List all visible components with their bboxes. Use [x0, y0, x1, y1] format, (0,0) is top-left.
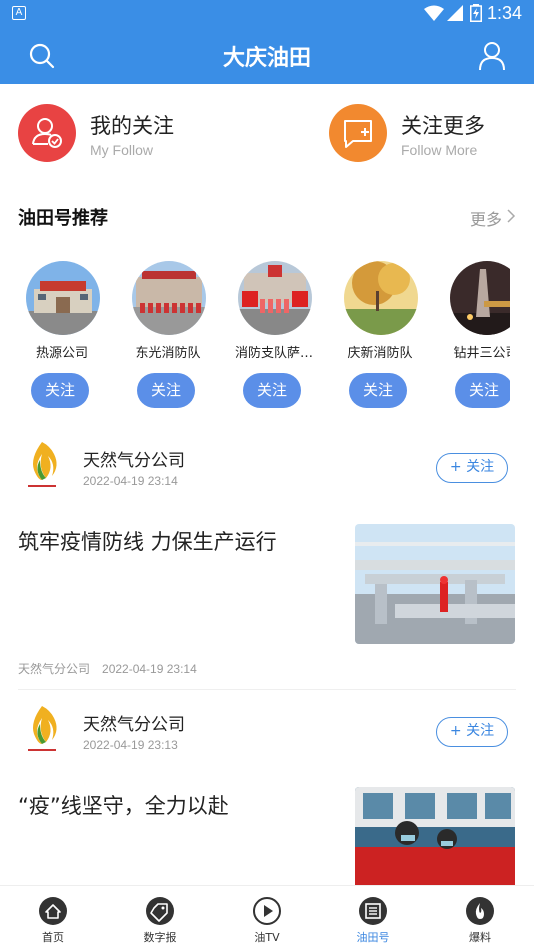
- nav-label: 油田号: [356, 931, 390, 944]
- follow-button[interactable]: 关注: [349, 373, 407, 408]
- follow-button[interactable]: 关注: [243, 373, 301, 408]
- battery-icon: [470, 4, 482, 22]
- my-follow-label: 我的关注: [90, 114, 174, 138]
- article-thumbnail[interactable]: [355, 787, 515, 885]
- section-title: 油田号推荐: [18, 208, 108, 229]
- account-card[interactable]: 消防支队萨… 关注: [224, 256, 324, 412]
- nav-label: 爆料: [469, 931, 491, 944]
- bottom-nav: 首页 数字报 油TV 油田号 爆料: [0, 885, 534, 950]
- follow-more-sub: Follow More: [401, 142, 478, 158]
- nav-digital-paper[interactable]: 数字报: [120, 896, 200, 948]
- account-avatar: [26, 261, 100, 335]
- page-title: 大庆油田: [222, 46, 311, 71]
- article-meta: 天然气分公司 2022-04-19 23:14: [18, 660, 197, 677]
- article-headline[interactable]: “疫”线坚守，全力以赴: [18, 790, 229, 820]
- article-thumbnail[interactable]: [355, 524, 515, 644]
- company-logo-icon: [28, 442, 57, 487]
- account-avatar: [238, 261, 312, 335]
- user-icon[interactable]: [478, 41, 506, 71]
- article-headline[interactable]: 筑牢疫情防线 力保生产运行: [18, 526, 277, 556]
- divider: [18, 689, 516, 690]
- follow-button[interactable]: 关注: [455, 373, 510, 408]
- status-time: 1:34: [486, 3, 522, 23]
- nav-label: 油TV: [254, 931, 280, 944]
- follow-button[interactable]: 关注: [137, 373, 195, 408]
- post-date: 2022-04-19 23:14: [83, 474, 178, 488]
- play-icon: [253, 897, 281, 925]
- follow-button[interactable]: 关注: [31, 373, 89, 408]
- tag-icon: [146, 897, 174, 925]
- follow-more-icon: [329, 104, 387, 162]
- nav-oilfield-accounts[interactable]: 油田号: [333, 896, 413, 948]
- account-card[interactable]: 钻井三公司 关注: [436, 256, 510, 412]
- app-header: 大庆油田: [0, 28, 534, 84]
- fire-icon: [466, 897, 494, 925]
- nav-label: 首页: [42, 931, 64, 944]
- account-avatar: [132, 261, 206, 335]
- nav-label: 数字报: [143, 931, 177, 944]
- account-name: 东光消防队: [135, 346, 201, 361]
- follow-source-button[interactable]: + 关注: [436, 717, 508, 747]
- post-date: 2022-04-19 23:13: [83, 738, 178, 752]
- account-avatar: [450, 261, 510, 335]
- account-name: 消防支队萨…: [234, 346, 313, 361]
- account-name: 庆新消防队: [347, 346, 413, 361]
- follow-more-label: 关注更多: [401, 114, 485, 138]
- follow-source-button[interactable]: + 关注: [436, 453, 508, 483]
- more-link[interactable]: 更多: [470, 206, 502, 230]
- nav-home[interactable]: 首页: [13, 896, 93, 948]
- account-card[interactable]: 庆新消防队 关注: [330, 256, 430, 412]
- account-name: 热源公司: [35, 346, 88, 361]
- section-header: 油田号推荐 更多: [0, 204, 534, 230]
- account-carousel[interactable]: 热源公司 关注 东光消防队 关注 消防支队萨… 关注 庆新消防队 关注 钻井三公…: [0, 256, 510, 416]
- source-name: 天然气分公司: [83, 451, 185, 471]
- feed-item[interactable]: 天然气分公司 2022-04-19 23:13 + 关注 “疫”线坚守，全力以赴: [0, 700, 534, 886]
- home-icon: [39, 897, 67, 925]
- my-follow-icon: [18, 104, 76, 162]
- nav-oil-tv[interactable]: 油TV: [227, 896, 307, 948]
- wifi-icon: [424, 5, 444, 21]
- account-name: 钻井三公司: [453, 346, 510, 361]
- app-badge-icon: A: [12, 6, 26, 20]
- signal-icon: [447, 5, 463, 21]
- source-name: 天然气分公司: [83, 715, 185, 735]
- account-avatar: [344, 261, 418, 335]
- account-card[interactable]: 热源公司 关注: [12, 256, 112, 412]
- feed-item[interactable]: 天然气分公司 2022-04-19 23:14 + 关注 筑牢疫情防线 力保生产…: [0, 436, 534, 684]
- status-bar: A 1:34: [0, 0, 534, 28]
- my-follow-sub: My Follow: [90, 142, 154, 158]
- nav-tip-off[interactable]: 爆料: [440, 896, 520, 948]
- meta-source: 天然气分公司: [18, 662, 91, 676]
- chevron-right-icon[interactable]: [506, 209, 516, 223]
- news-icon: [359, 897, 387, 925]
- meta-date: 2022-04-19 23:14: [102, 662, 197, 676]
- follow-row: 我的关注 My Follow 关注更多 Follow More: [0, 104, 534, 164]
- company-logo-icon: [28, 706, 57, 751]
- top-bar: A 1:34 大庆油田: [0, 0, 534, 84]
- account-card[interactable]: 东光消防队 关注: [118, 256, 218, 412]
